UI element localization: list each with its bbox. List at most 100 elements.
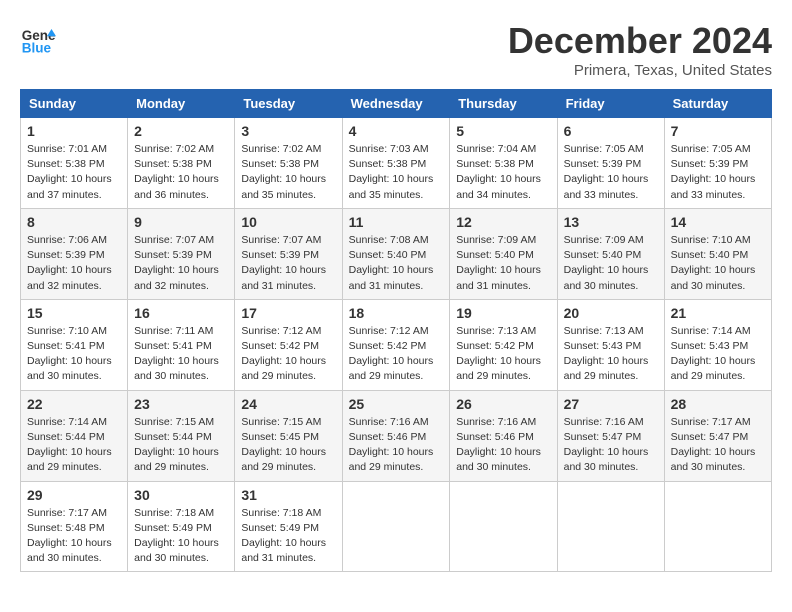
- day-number: 28: [671, 396, 765, 412]
- day-number: 22: [27, 396, 121, 412]
- weekday-header-tuesday: Tuesday: [235, 90, 342, 118]
- day-detail: Sunrise: 7:06 AMSunset: 5:39 PMDaylight:…: [27, 233, 121, 294]
- day-number: 13: [564, 214, 658, 230]
- week-row-2: 8 Sunrise: 7:06 AMSunset: 5:39 PMDaylight…: [21, 208, 772, 299]
- day-number: 31: [241, 487, 335, 503]
- svg-text:Blue: Blue: [22, 40, 52, 55]
- day-detail: Sunrise: 7:16 AMSunset: 5:47 PMDaylight:…: [564, 415, 658, 476]
- calendar-table: SundayMondayTuesdayWednesdayThursdayFrid…: [20, 89, 772, 572]
- calendar-cell: 12 Sunrise: 7:09 AMSunset: 5:40 PMDayligh…: [450, 208, 557, 299]
- day-detail: Sunrise: 7:09 AMSunset: 5:40 PMDaylight:…: [456, 233, 550, 294]
- week-row-1: 1Sunrise: 7:01 AMSunset: 5:38 PMDaylight…: [21, 118, 772, 209]
- day-detail: Sunrise: 7:07 AMSunset: 5:39 PMDaylight:…: [241, 233, 335, 294]
- day-detail: Sunrise: 7:09 AMSunset: 5:40 PMDaylight:…: [564, 233, 658, 294]
- day-number: 19: [456, 305, 550, 321]
- weekday-header-row: SundayMondayTuesdayWednesdayThursdayFrid…: [21, 90, 772, 118]
- month-title: December 2024: [508, 20, 772, 62]
- day-detail: Sunrise: 7:16 AMSunset: 5:46 PMDaylight:…: [456, 415, 550, 476]
- calendar-cell: 16 Sunrise: 7:11 AMSunset: 5:41 PMDayligh…: [128, 299, 235, 390]
- calendar-cell: 1Sunrise: 7:01 AMSunset: 5:38 PMDaylight…: [21, 118, 128, 209]
- day-detail: Sunrise: 7:17 AMSunset: 5:48 PMDaylight:…: [27, 506, 121, 567]
- day-number: 18: [349, 305, 444, 321]
- day-number: 1: [27, 123, 121, 139]
- calendar-cell: 9 Sunrise: 7:07 AMSunset: 5:39 PMDaylight…: [128, 208, 235, 299]
- calendar-cell: 19Sunrise: 7:13 AMSunset: 5:42 PMDayligh…: [450, 299, 557, 390]
- week-row-5: 29 Sunrise: 7:17 AMSunset: 5:48 PMDayligh…: [21, 481, 772, 572]
- calendar-cell: 4 Sunrise: 7:03 AMSunset: 5:38 PMDaylight…: [342, 118, 450, 209]
- calendar-cell: 26Sunrise: 7:16 AMSunset: 5:46 PMDayligh…: [450, 390, 557, 481]
- day-number: 11: [349, 214, 444, 230]
- day-number: 17: [241, 305, 335, 321]
- calendar-cell: 2Sunrise: 7:02 AMSunset: 5:38 PMDaylight…: [128, 118, 235, 209]
- location-subtitle: Primera, Texas, United States: [508, 62, 772, 79]
- day-detail: Sunrise: 7:07 AMSunset: 5:39 PMDaylight:…: [134, 233, 228, 294]
- day-number: 20: [564, 305, 658, 321]
- logo-icon: General Blue: [20, 20, 56, 56]
- calendar-cell: [342, 481, 450, 572]
- day-detail: Sunrise: 7:04 AMSunset: 5:38 PMDaylight:…: [456, 142, 550, 203]
- day-number: 24: [241, 396, 335, 412]
- weekday-header-friday: Friday: [557, 90, 664, 118]
- calendar-cell: 18 Sunrise: 7:12 AMSunset: 5:42 PMDayligh…: [342, 299, 450, 390]
- calendar-cell: 22 Sunrise: 7:14 AMSunset: 5:44 PMDayligh…: [21, 390, 128, 481]
- day-number: 7: [671, 123, 765, 139]
- calendar-cell: 28 Sunrise: 7:17 AMSunset: 5:47 PMDayligh…: [664, 390, 771, 481]
- calendar-cell: 10 Sunrise: 7:07 AMSunset: 5:39 PMDayligh…: [235, 208, 342, 299]
- calendar-cell: 23 Sunrise: 7:15 AMSunset: 5:44 PMDayligh…: [128, 390, 235, 481]
- day-detail: Sunrise: 7:15 AMSunset: 5:45 PMDaylight:…: [241, 415, 335, 476]
- day-detail: Sunrise: 7:18 AMSunset: 5:49 PMDaylight:…: [241, 506, 335, 567]
- calendar-cell: [664, 481, 771, 572]
- day-number: 27: [564, 396, 658, 412]
- day-number: 15: [27, 305, 121, 321]
- calendar-cell: [557, 481, 664, 572]
- title-area: December 2024 Primera, Texas, United Sta…: [508, 20, 772, 79]
- day-detail: Sunrise: 7:03 AMSunset: 5:38 PMDaylight:…: [349, 142, 444, 203]
- calendar-cell: 3Sunrise: 7:02 AMSunset: 5:38 PMDaylight…: [235, 118, 342, 209]
- day-number: 21: [671, 305, 765, 321]
- calendar-cell: 31 Sunrise: 7:18 AMSunset: 5:49 PMDayligh…: [235, 481, 342, 572]
- day-detail: Sunrise: 7:02 AMSunset: 5:38 PMDaylight:…: [241, 142, 335, 203]
- day-detail: Sunrise: 7:05 AMSunset: 5:39 PMDaylight:…: [671, 142, 765, 203]
- calendar-cell: 7 Sunrise: 7:05 AMSunset: 5:39 PMDaylight…: [664, 118, 771, 209]
- day-number: 8: [27, 214, 121, 230]
- day-number: 6: [564, 123, 658, 139]
- day-number: 29: [27, 487, 121, 503]
- calendar-cell: 11 Sunrise: 7:08 AMSunset: 5:40 PMDayligh…: [342, 208, 450, 299]
- calendar-cell: 14Sunrise: 7:10 AMSunset: 5:40 PMDayligh…: [664, 208, 771, 299]
- day-detail: Sunrise: 7:12 AMSunset: 5:42 PMDaylight:…: [241, 324, 335, 385]
- day-number: 10: [241, 214, 335, 230]
- day-number: 23: [134, 396, 228, 412]
- calendar-cell: 17 Sunrise: 7:12 AMSunset: 5:42 PMDayligh…: [235, 299, 342, 390]
- day-detail: Sunrise: 7:02 AMSunset: 5:38 PMDaylight:…: [134, 142, 228, 203]
- day-number: 9: [134, 214, 228, 230]
- day-detail: Sunrise: 7:08 AMSunset: 5:40 PMDaylight:…: [349, 233, 444, 294]
- day-number: 16: [134, 305, 228, 321]
- day-detail: Sunrise: 7:17 AMSunset: 5:47 PMDaylight:…: [671, 415, 765, 476]
- week-row-3: 15 Sunrise: 7:10 AMSunset: 5:41 PMDayligh…: [21, 299, 772, 390]
- day-detail: Sunrise: 7:15 AMSunset: 5:44 PMDaylight:…: [134, 415, 228, 476]
- calendar-cell: 27 Sunrise: 7:16 AMSunset: 5:47 PMDayligh…: [557, 390, 664, 481]
- weekday-header-saturday: Saturday: [664, 90, 771, 118]
- calendar-cell: 8 Sunrise: 7:06 AMSunset: 5:39 PMDaylight…: [21, 208, 128, 299]
- calendar-cell: 24 Sunrise: 7:15 AMSunset: 5:45 PMDayligh…: [235, 390, 342, 481]
- week-row-4: 22 Sunrise: 7:14 AMSunset: 5:44 PMDayligh…: [21, 390, 772, 481]
- day-detail: Sunrise: 7:11 AMSunset: 5:41 PMDaylight:…: [134, 324, 228, 385]
- calendar-cell: 13 Sunrise: 7:09 AMSunset: 5:40 PMDayligh…: [557, 208, 664, 299]
- weekday-header-sunday: Sunday: [21, 90, 128, 118]
- day-detail: Sunrise: 7:05 AMSunset: 5:39 PMDaylight:…: [564, 142, 658, 203]
- logo: General Blue: [20, 20, 56, 56]
- day-detail: Sunrise: 7:10 AMSunset: 5:41 PMDaylight:…: [27, 324, 121, 385]
- day-number: 30: [134, 487, 228, 503]
- day-number: 12: [456, 214, 550, 230]
- day-detail: Sunrise: 7:16 AMSunset: 5:46 PMDaylight:…: [349, 415, 444, 476]
- calendar-cell: [450, 481, 557, 572]
- weekday-header-thursday: Thursday: [450, 90, 557, 118]
- day-number: 14: [671, 214, 765, 230]
- day-detail: Sunrise: 7:12 AMSunset: 5:42 PMDaylight:…: [349, 324, 444, 385]
- day-number: 4: [349, 123, 444, 139]
- day-detail: Sunrise: 7:14 AMSunset: 5:44 PMDaylight:…: [27, 415, 121, 476]
- calendar-cell: 15 Sunrise: 7:10 AMSunset: 5:41 PMDayligh…: [21, 299, 128, 390]
- calendar-cell: 25Sunrise: 7:16 AMSunset: 5:46 PMDayligh…: [342, 390, 450, 481]
- day-detail: Sunrise: 7:18 AMSunset: 5:49 PMDaylight:…: [134, 506, 228, 567]
- calendar-cell: 21Sunrise: 7:14 AMSunset: 5:43 PMDayligh…: [664, 299, 771, 390]
